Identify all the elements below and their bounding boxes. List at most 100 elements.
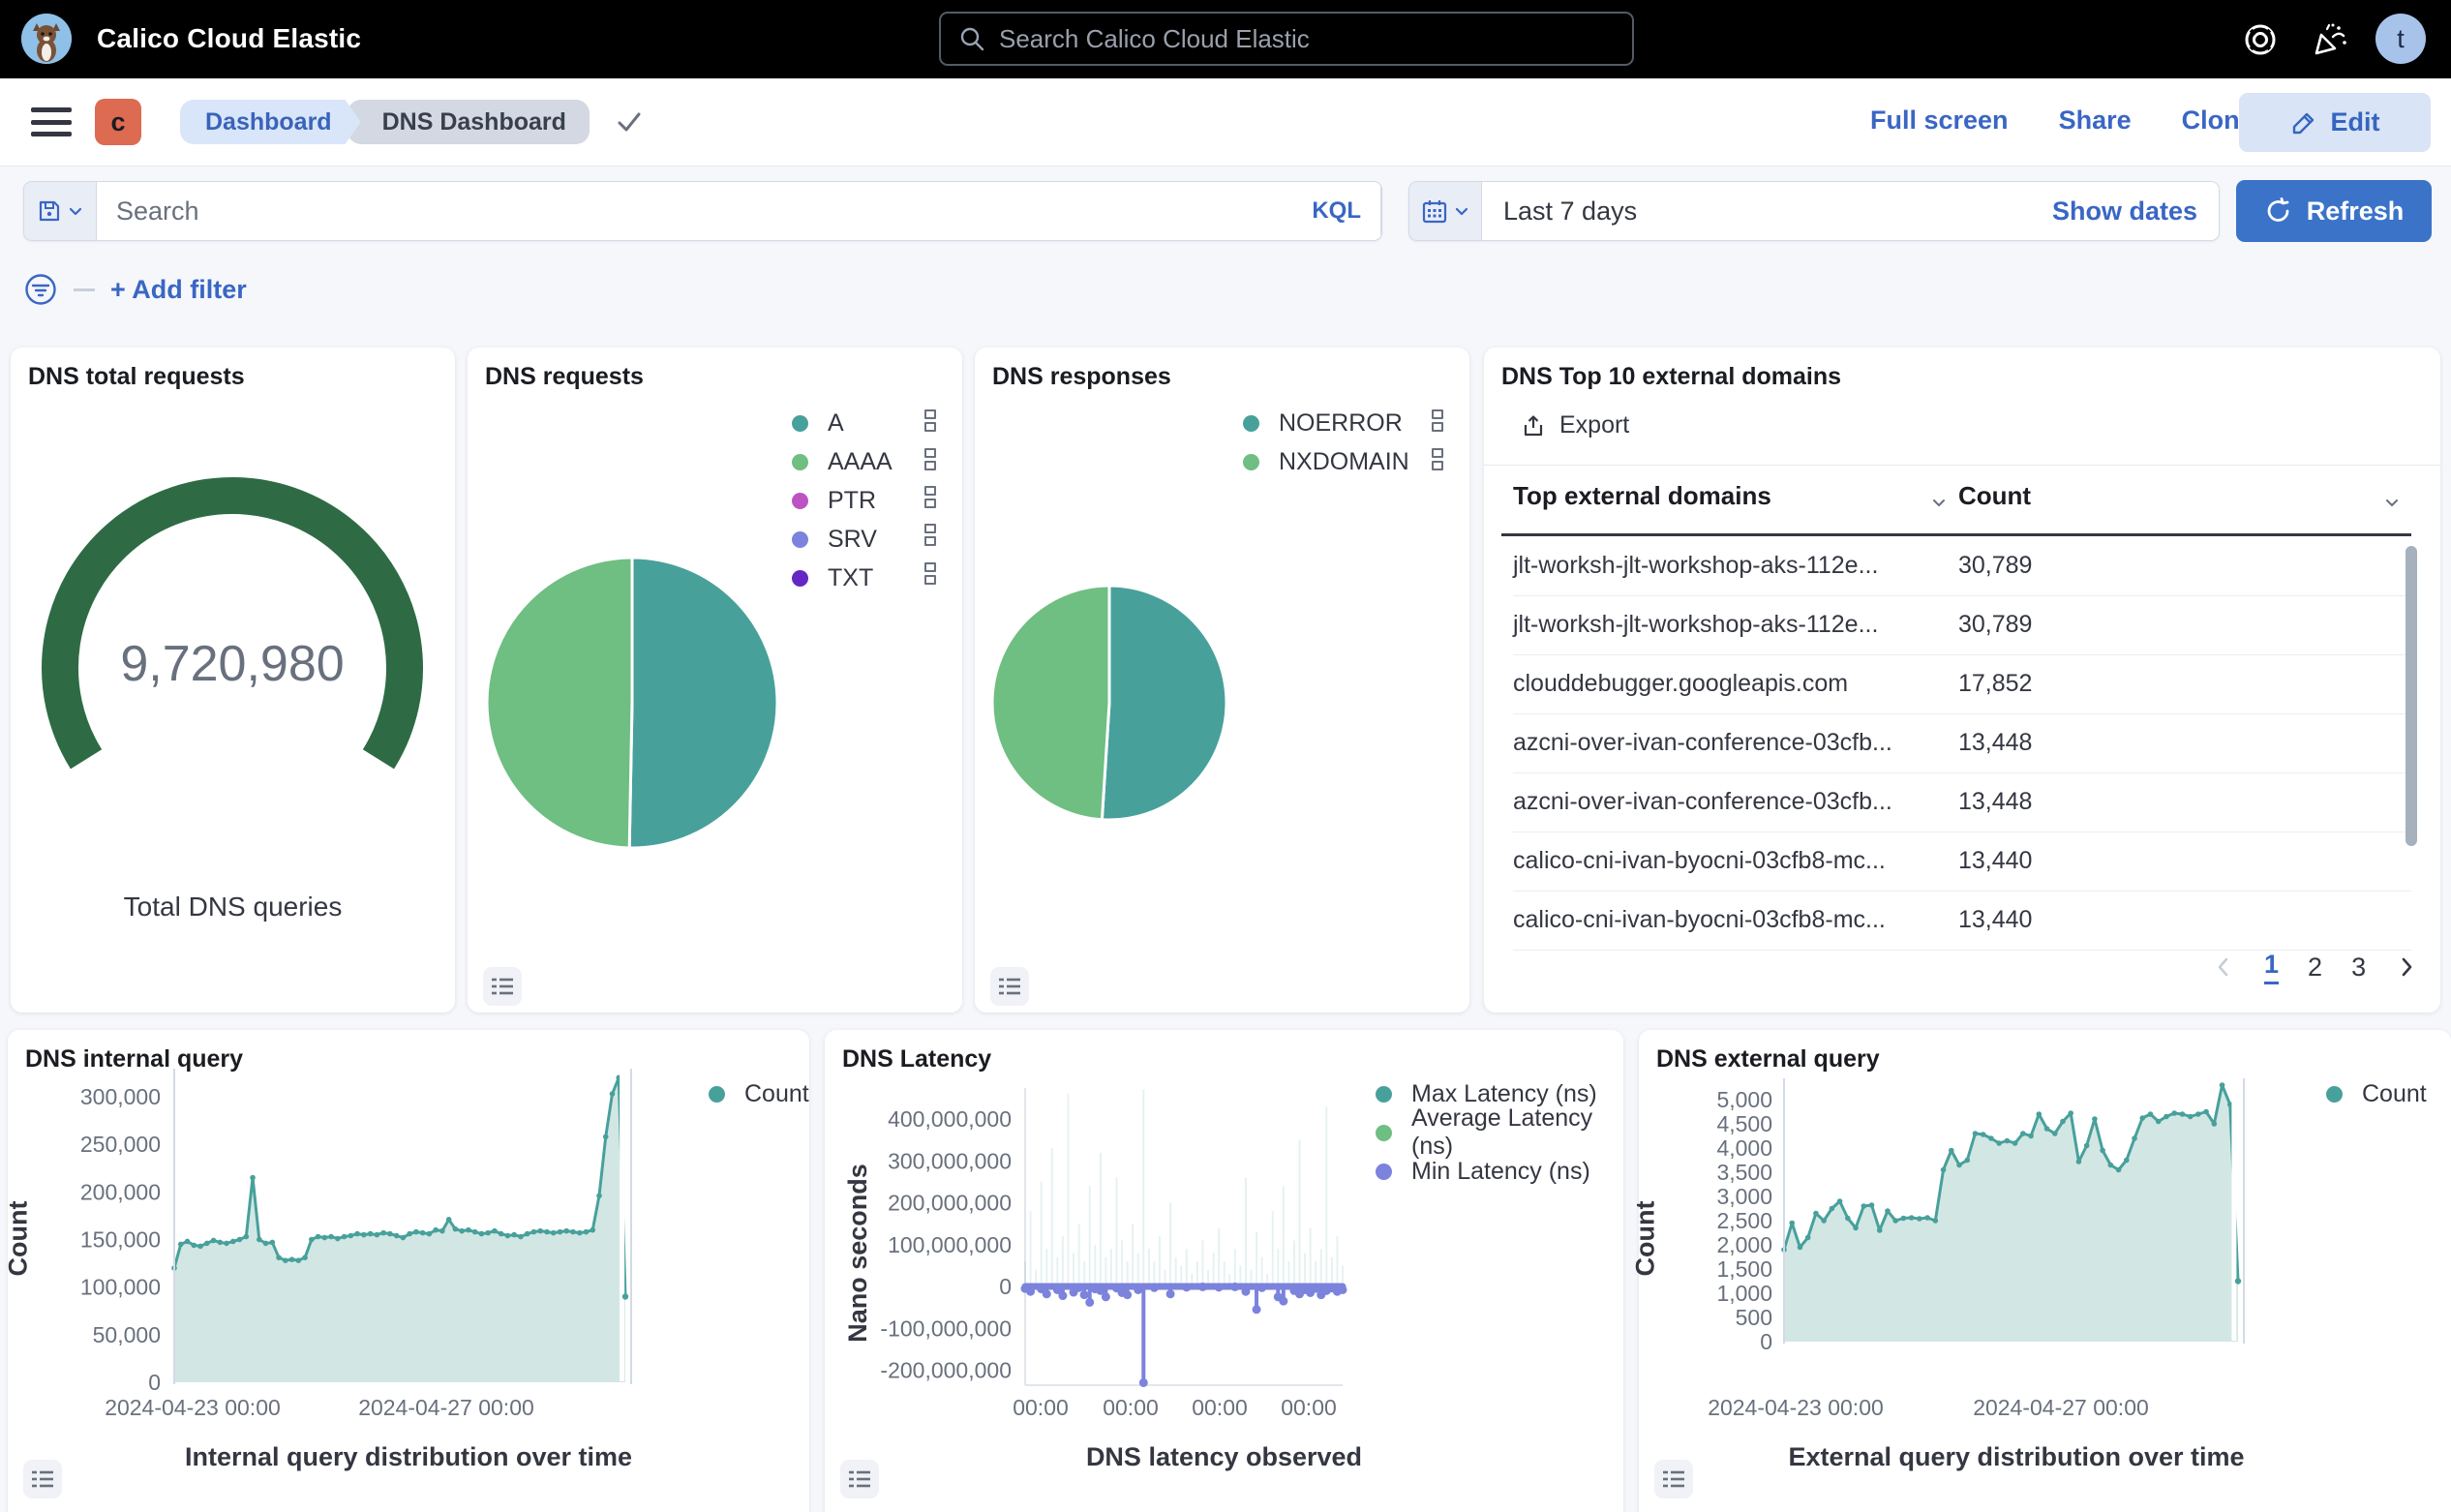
legend-item[interactable]: Count [2326,1074,2427,1113]
legend-item[interactable]: AAAA [792,442,893,481]
svg-text:9,720,980: 9,720,980 [120,636,344,692]
panel-legend-toggle-icon[interactable] [483,967,522,1006]
legend-item[interactable]: Average Latency (ns) [1376,1113,1623,1152]
legend-item[interactable]: SRV [792,520,893,559]
kql-search-input[interactable]: Search KQL [96,182,1381,240]
svg-text:-100,000,000: -100,000,000 [880,1315,1012,1341]
svg-text:200,000: 200,000 [80,1179,161,1204]
filter-divider [74,288,95,291]
panel-top-external-domains: DNS Top 10 external domains Export Top e… [1484,348,2440,1013]
space-badge[interactable]: c [95,99,141,145]
save-icon [37,198,62,224]
sort-chevron-icon[interactable] [2382,489,2402,519]
filter-icon[interactable] [23,272,58,307]
legend-actions-icon[interactable] [924,562,936,585]
legend-item[interactable]: A [792,404,893,442]
table-row[interactable]: calico-cni-ivan-byocni-03cfb8-mc...13,44… [1513,891,2411,951]
gauge-caption: Total DNS queries [11,892,455,922]
chart-legend: Max Latency (ns) Average Latency (ns) Mi… [1376,1074,1623,1191]
legend-actions-icon[interactable] [924,448,936,470]
breadcrumb: Dashboard DNS Dashboard [180,100,644,144]
column-header-domain[interactable]: Top external domains [1513,481,1771,510]
search-icon [958,25,985,52]
pagination-page-3[interactable]: 3 [2351,953,2366,983]
calendar-menu-button[interactable] [1409,182,1481,240]
column-header-count[interactable]: Count [1958,481,2031,511]
table-row[interactable]: jlt-worksh-jlt-workshop-aks-112e...30,78… [1513,595,2411,655]
table-row[interactable]: azcni-over-ivan-conference-03cfb...13,44… [1513,772,2411,832]
svg-text:1,000: 1,000 [1716,1281,1772,1306]
legend-item[interactable]: PTR [792,481,893,520]
menu-hamburger-icon[interactable] [31,107,72,136]
legend-actions-icon[interactable] [924,524,936,546]
pencil-icon [2290,109,2317,136]
legend-item[interactable]: NXDOMAIN [1243,442,1409,481]
legend-item[interactable]: Count [709,1074,809,1113]
pagination-page-2[interactable]: 2 [2308,953,2322,983]
avatar-initial: t [2397,24,2405,54]
legend-actions-icon[interactable] [924,409,936,432]
user-avatar[interactable]: t [2375,14,2426,64]
show-dates-button[interactable]: Show dates [2052,197,2197,227]
filter-row: + Add filter [23,269,247,310]
legend-actions-icon[interactable] [1432,448,1443,470]
breadcrumb-current: DNS Dashboard [348,100,590,144]
refresh-button[interactable]: Refresh [2236,180,2432,242]
svg-text:250,000: 250,000 [80,1132,161,1157]
global-search-input[interactable]: Search Calico Cloud Elastic [939,12,1634,66]
check-icon [615,107,644,136]
table-row[interactable]: azcni-over-ivan-conference-03cfb...13,44… [1513,713,2411,773]
panel-dns-internal-query: DNS internal query Count 300,000250,0002… [8,1030,809,1512]
refresh-icon [2264,197,2293,226]
panel-dns-total-requests: DNS total requests 9,720,980 Total DNS q… [11,348,455,1013]
pagination-next-icon[interactable] [2395,953,2418,982]
table-row[interactable]: calico-cni-ivan-byocni-03cfb8-mc...13,44… [1513,832,2411,892]
svg-text:4,500: 4,500 [1716,1111,1772,1136]
pagination-page-1[interactable]: 1 [2264,950,2279,984]
svg-text:50,000: 50,000 [93,1322,161,1347]
kql-language-button[interactable]: KQL [1312,197,1361,225]
pie-legend: NOERROR NXDOMAIN [1243,404,1409,481]
svg-text:0: 0 [999,1274,1012,1299]
app-logo[interactable] [21,14,72,64]
edit-button[interactable]: Edit [2239,93,2431,152]
legend-item[interactable]: NOERROR [1243,404,1409,442]
add-filter-button[interactable]: + Add filter [110,275,247,305]
help-icon[interactable] [2242,21,2279,58]
chart-caption: Internal query distribution over time [8,1442,809,1472]
legend-actions-icon[interactable] [924,486,936,508]
breadcrumb-dashboard[interactable]: Dashboard [180,100,361,144]
panel-legend-toggle-icon[interactable] [23,1460,62,1498]
svg-text:2024-04-23 00:00: 2024-04-23 00:00 [1708,1395,1884,1420]
share-button[interactable]: Share [2059,106,2132,136]
svg-text:0: 0 [148,1370,161,1395]
svg-text:300,000,000: 300,000,000 [888,1148,1012,1173]
legend-item[interactable]: Min Latency (ns) [1376,1152,1623,1191]
table-scrollbar[interactable] [2406,546,2417,846]
export-icon [1521,413,1546,438]
pagination: 1 2 3 [2212,950,2418,984]
pagination-prev-icon[interactable] [2212,953,2235,982]
sort-chevron-icon[interactable] [1929,489,1949,519]
panel-dns-requests: DNS requests A AAAA PTR SRV TXT [468,348,962,1013]
legend-actions-icon[interactable] [1432,409,1443,432]
news-party-popper-icon[interactable] [2312,21,2348,58]
table-row[interactable]: clouddebugger.googleapis.com17,852 [1513,654,2411,714]
export-button[interactable]: Export [1521,411,1629,439]
table-row[interactable]: jlt-worksh-jlt-workshop-aks-112e...30,78… [1513,536,2411,596]
table-header: Top external domains Count [1513,481,2411,522]
panel-dns-responses: DNS responses NOERROR NXDOMAIN [975,348,1469,1013]
app-title: Calico Cloud Elastic [97,23,361,54]
saved-query-menu-button[interactable] [24,182,96,240]
svg-text:1,500: 1,500 [1716,1256,1772,1282]
svg-text:2024-04-27 00:00: 2024-04-27 00:00 [1973,1395,2149,1420]
panel-legend-toggle-icon[interactable] [840,1460,879,1498]
time-range-display[interactable]: Last 7 days Show dates [1481,182,2219,240]
svg-text:100,000: 100,000 [80,1275,161,1300]
legend-item[interactable]: TXT [792,559,893,597]
panel-legend-toggle-icon[interactable] [1654,1460,1693,1498]
svg-text:2024-04-23 00:00: 2024-04-23 00:00 [105,1395,281,1420]
chart-legend: Count [2326,1074,2427,1113]
panel-legend-toggle-icon[interactable] [990,967,1029,1006]
full-screen-button[interactable]: Full screen [1870,106,2009,136]
